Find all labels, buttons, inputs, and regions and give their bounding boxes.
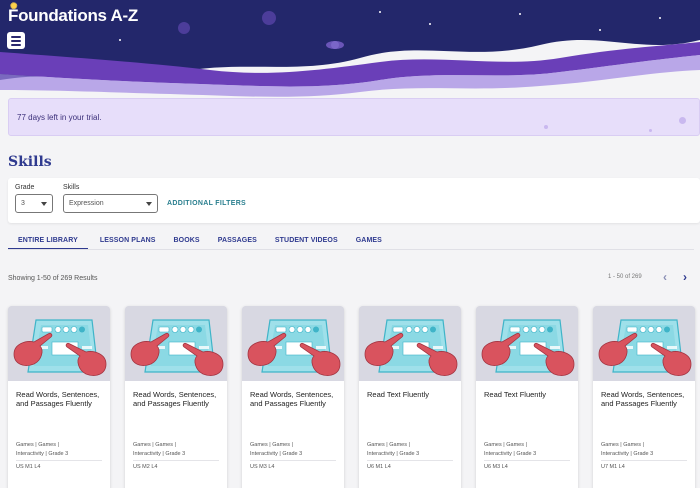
skills-select[interactable]: Expression <box>63 194 158 213</box>
card-title: Read Text Fluently <box>367 390 429 399</box>
grade-select[interactable]: 3 <box>15 194 53 213</box>
decorative-dot <box>544 125 548 129</box>
card-title: Read Words, Sentences, and Passages Flue… <box>16 390 100 409</box>
resource-card-grid: Read Words, Sentences, and Passages Flue… <box>8 306 700 488</box>
card-title: Read Words, Sentences, and Passages Flue… <box>133 390 217 409</box>
card-title: Read Text Fluently <box>484 390 546 399</box>
tab-bar: ENTIRE LIBRARY LESSON PLANS BOOKS PASSAG… <box>8 236 400 250</box>
tab-games[interactable]: GAMES <box>356 236 382 250</box>
game-thumbnail <box>359 306 461 381</box>
card-tags: Games | Games | Interactivity | Grade 3 <box>367 442 420 457</box>
card-code: U6 M1 L4 <box>367 464 391 470</box>
card-tags: Games | Games | Interactivity | Grade 3 <box>133 442 186 457</box>
grade-label: Grade <box>15 184 35 191</box>
hamburger-menu-button[interactable] <box>7 32 25 49</box>
resource-card[interactable]: Read Words, Sentences, and Passages Flue… <box>8 306 110 488</box>
caret-down-icon <box>146 202 152 206</box>
tab-passages[interactable]: PASSAGES <box>218 236 257 250</box>
card-tags: Games | Games | Interactivity | Grade 3 <box>484 442 537 457</box>
decorative-dot <box>649 129 652 132</box>
grade-value: 3 <box>21 200 25 207</box>
resource-card[interactable]: Read Words, Sentences, and Passages Flue… <box>593 306 695 488</box>
resource-card[interactable]: Read Text Fluently Games | Games | Inter… <box>359 306 461 488</box>
trial-message: 77 days left in your trial. <box>17 113 102 122</box>
resource-card[interactable]: Read Text Fluently Games | Games | Inter… <box>476 306 578 488</box>
game-thumbnail <box>593 306 695 381</box>
resource-card[interactable]: Read Words, Sentences, and Passages Flue… <box>125 306 227 488</box>
card-title: Read Words, Sentences, and Passages Flue… <box>601 390 685 409</box>
card-code: U6 M3 L4 <box>484 464 508 470</box>
card-code: US M2 L4 <box>133 464 158 470</box>
decorative-dot <box>679 117 686 124</box>
tab-books[interactable]: BOOKS <box>174 236 200 250</box>
tab-entire-library[interactable]: ENTIRE LIBRARY <box>8 236 88 250</box>
tab-lesson-plans[interactable]: LESSON PLANS <box>100 236 156 250</box>
tab-divider <box>8 249 694 250</box>
game-thumbnail <box>242 306 344 381</box>
card-divider <box>250 460 336 461</box>
pager-range: 1 - 50 of 269 <box>608 274 642 280</box>
card-code: U7 M1 L4 <box>601 464 625 470</box>
logo-text: Foundations A-Z <box>8 6 138 25</box>
card-divider <box>16 460 102 461</box>
skills-value: Expression <box>69 200 104 207</box>
additional-filters-button[interactable]: ADDITIONAL FILTERS <box>167 200 246 207</box>
caret-down-icon <box>41 202 47 206</box>
menu-icon-bar <box>11 35 21 38</box>
sun-icon: ✺ <box>10 1 18 11</box>
page-title: Skills <box>8 154 52 170</box>
game-thumbnail <box>476 306 578 381</box>
card-title: Read Words, Sentences, and Passages Flue… <box>250 390 334 409</box>
resource-card[interactable]: Read Words, Sentences, and Passages Flue… <box>242 306 344 488</box>
card-code: US M3 L4 <box>250 464 275 470</box>
card-divider <box>133 460 219 461</box>
filters-panel: Grade 3 Skills Expression ADDITIONAL FIL… <box>8 178 700 223</box>
card-divider <box>367 460 453 461</box>
app-logo[interactable]: ✺ Foundations A-Z <box>8 1 138 26</box>
game-thumbnail <box>125 306 227 381</box>
card-code: US M1 L4 <box>16 464 41 470</box>
card-divider <box>601 460 687 461</box>
tab-student-videos[interactable]: STUDENT VIDEOS <box>275 236 338 250</box>
card-tags: Games | Games | Interactivity | Grade 3 <box>250 442 303 457</box>
card-divider <box>484 460 570 461</box>
trial-banner: 77 days left in your trial. <box>8 98 700 136</box>
card-tags: Games | Games | Interactivity | Grade 3 <box>16 442 69 457</box>
skills-label: Skills <box>63 184 80 191</box>
chevron-right-icon[interactable]: › <box>683 271 687 283</box>
menu-icon-bar <box>11 39 21 42</box>
game-thumbnail <box>8 306 110 381</box>
header-banner: ✺ Foundations A-Z <box>0 0 700 100</box>
chevron-left-icon[interactable]: ‹ <box>663 271 667 283</box>
card-tags: Games | Games | Interactivity | Grade 3 <box>601 442 654 457</box>
menu-icon-bar <box>11 43 21 46</box>
results-summary: Showing 1-50 of 269 Results <box>8 275 98 282</box>
